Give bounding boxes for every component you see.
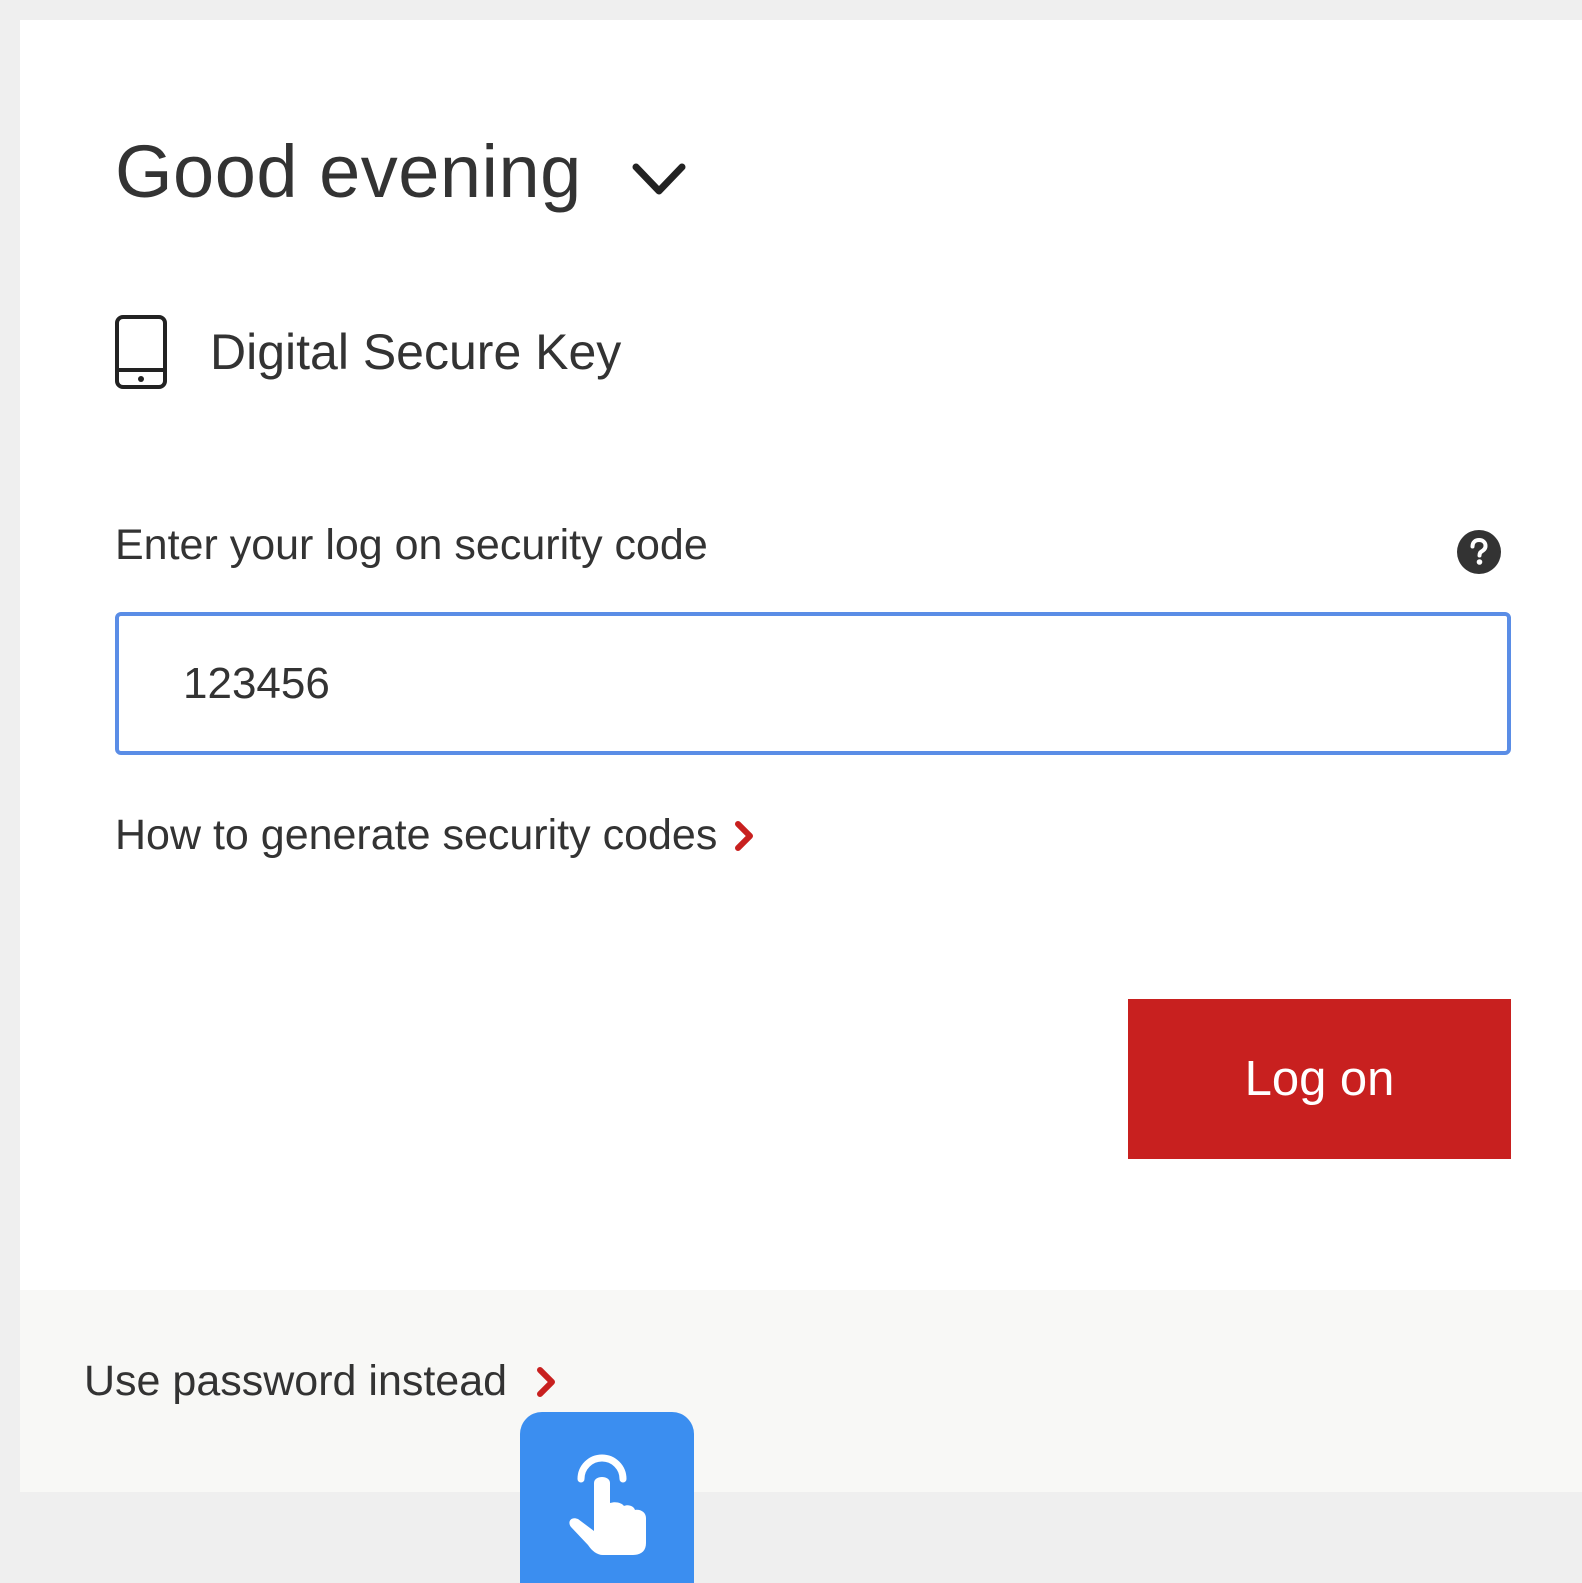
auth-method-label: Digital Secure Key xyxy=(210,324,622,380)
question-circle-icon[interactable] xyxy=(1456,529,1502,575)
security-code-input[interactable] xyxy=(115,612,1511,755)
how-to-generate-codes-label: How to generate security codes xyxy=(115,811,718,859)
greeting-title: Good evening xyxy=(115,130,582,213)
mobile-phone-icon xyxy=(115,315,167,389)
how-to-generate-codes-link[interactable]: How to generate security codes xyxy=(115,811,755,859)
log-on-button[interactable]: Log on xyxy=(1128,999,1511,1159)
use-password-instead-link[interactable]: Use password instead xyxy=(84,1357,557,1405)
touch-gesture-icon xyxy=(569,1454,646,1555)
chevron-right-icon xyxy=(537,1366,556,1397)
chevron-right-icon xyxy=(735,820,754,851)
security-code-label: Enter your log on security code xyxy=(115,521,708,569)
greeting-toggle[interactable]: Good evening xyxy=(115,122,688,222)
touch-gesture-button[interactable] xyxy=(520,1412,694,1583)
chevron-down-icon xyxy=(632,163,686,195)
auth-method: Digital Secure Key xyxy=(114,314,621,390)
use-password-instead-label: Use password instead xyxy=(84,1357,508,1405)
